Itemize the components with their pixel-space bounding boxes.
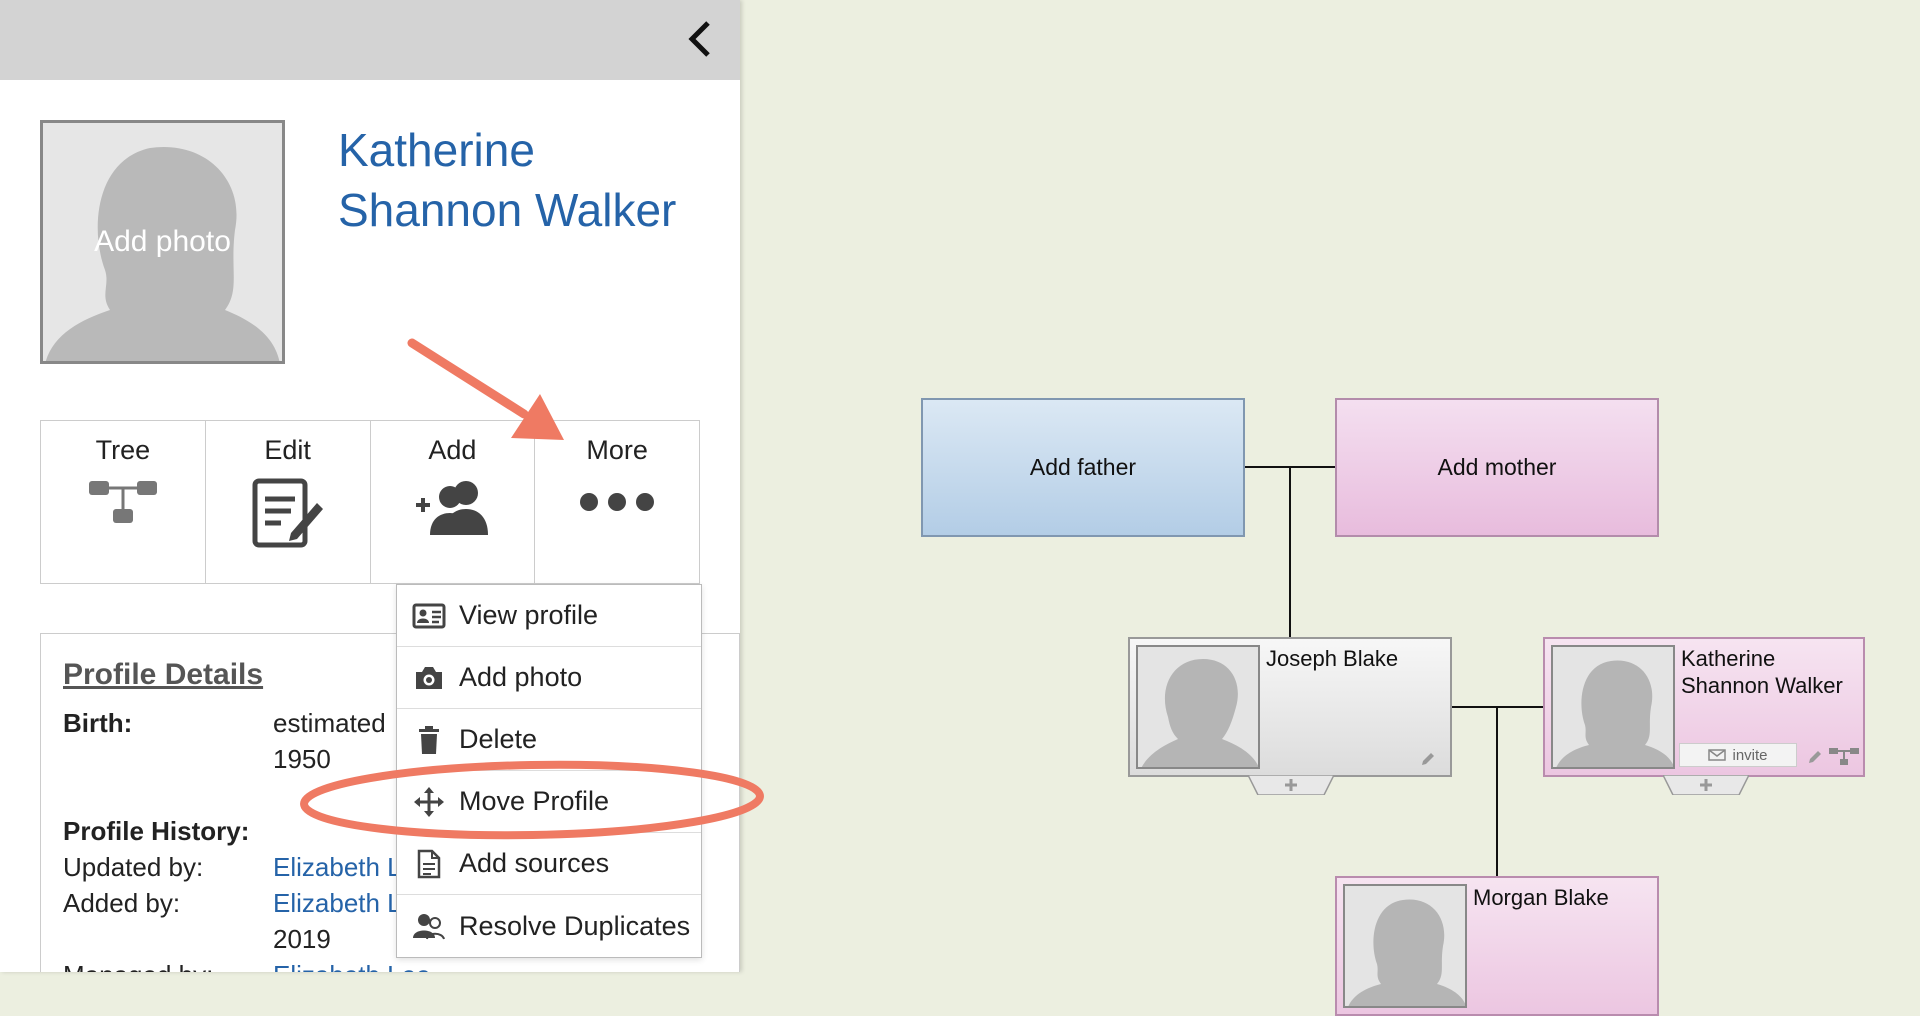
- person-name-line2: Shannon Walker: [1681, 673, 1843, 698]
- add-mother-box[interactable]: Add mother: [1335, 398, 1659, 537]
- envelope-icon: [1708, 749, 1727, 761]
- profile-history-label: Profile History:: [63, 816, 250, 846]
- more-action-button[interactable]: More: [535, 421, 699, 583]
- resolve-duplicates-label: Resolve Duplicates: [459, 910, 691, 941]
- add-action-label: Add: [428, 435, 477, 465]
- birth-value-line2: 1950: [273, 744, 331, 774]
- profile-panel: Add photo Katherine Shannon Walker Tree …: [0, 0, 740, 972]
- person-card-morgan-blake[interactable]: Morgan Blake: [1335, 876, 1659, 1016]
- pencil-icon[interactable]: [1807, 749, 1823, 765]
- female-silhouette-icon: [1348, 899, 1465, 1006]
- updated-by-label: Updated by:: [63, 852, 204, 882]
- resolve-duplicates-menu-item[interactable]: Resolve Duplicates: [397, 895, 701, 957]
- child-avatar: [1343, 884, 1467, 1008]
- id-card-icon: [411, 600, 447, 632]
- view-profile-label: View profile: [459, 600, 599, 630]
- add-photo-menu-item[interactable]: Add photo: [397, 647, 701, 709]
- edit-document-icon: [251, 477, 325, 556]
- added-by-label: Added by:: [63, 888, 181, 918]
- trash-icon: [411, 724, 447, 756]
- invite-label: invite: [1732, 746, 1768, 764]
- add-photo-placeholder[interactable]: Add photo: [40, 120, 285, 364]
- person-name-katherine: Katherine Shannon Walker: [1681, 645, 1843, 699]
- person-name-line1: Katherine: [1681, 646, 1776, 671]
- action-bar: Tree Edit Add More: [40, 420, 700, 584]
- add-father-box[interactable]: Add father: [921, 398, 1245, 537]
- managed-by-link[interactable]: Elizabeth Lee: [273, 960, 431, 972]
- chevron-left-icon: [688, 21, 710, 57]
- updated-by-link[interactable]: Elizabeth L: [273, 852, 402, 883]
- delete-label: Delete: [459, 724, 538, 754]
- person-card-joseph-blake[interactable]: Joseph Blake: [1128, 637, 1452, 795]
- profile-name-line2: Shannon Walker: [338, 184, 677, 236]
- add-father-label: Add father: [1029, 454, 1137, 480]
- person-name: Joseph Blake: [1266, 646, 1399, 671]
- move-arrows-icon: [411, 786, 447, 818]
- invite-button[interactable]: invite: [1679, 743, 1797, 767]
- edit-action-label: Edit: [264, 435, 311, 465]
- more-dots-icon: [579, 477, 655, 532]
- tree-action-button[interactable]: Tree: [41, 421, 206, 583]
- birth-value-line1: estimated: [273, 708, 386, 738]
- parent-child-connector: [1289, 466, 1291, 637]
- move-profile-menu-item[interactable]: Move Profile: [397, 771, 701, 833]
- person-card-katherine[interactable]: Katherine Shannon Walker invite: [1543, 637, 1865, 795]
- expand-tab-icon[interactable]: [1663, 775, 1749, 795]
- panel-header: [0, 0, 740, 80]
- added-by-link[interactable]: Elizabeth L: [273, 888, 402, 919]
- tree-action-label: Tree: [95, 435, 151, 465]
- duplicate-people-icon: [411, 910, 447, 942]
- profile-details-title[interactable]: Profile Details: [63, 658, 263, 692]
- add-photo-label: Add photo: [94, 225, 231, 258]
- camera-icon: [411, 662, 447, 694]
- collapse-panel-button[interactable]: [678, 14, 722, 64]
- add-photo-menu-label: Add photo: [459, 662, 583, 692]
- tree-view-icon[interactable]: [1829, 747, 1859, 765]
- male-avatar: [1136, 645, 1260, 769]
- added-year: 2019: [273, 924, 331, 954]
- female-avatar: [1551, 645, 1675, 769]
- view-profile-menu-item[interactable]: View profile: [397, 585, 701, 647]
- delete-menu-item[interactable]: Delete: [397, 709, 701, 771]
- male-silhouette-icon: [1141, 659, 1258, 767]
- add-action-button[interactable]: Add: [371, 421, 536, 583]
- profile-name: Katherine Shannon Walker: [338, 120, 718, 240]
- add-sources-menu-item[interactable]: Add sources: [397, 833, 701, 895]
- move-profile-label: Move Profile: [459, 786, 610, 816]
- add-person-icon: [414, 477, 490, 542]
- more-dropdown-menu: View profile Add photo Delete Move Profi…: [396, 584, 702, 958]
- add-sources-label: Add sources: [459, 848, 610, 878]
- add-mother-label: Add mother: [1437, 454, 1557, 480]
- pencil-icon[interactable]: [1420, 751, 1436, 767]
- managed-by-label: Managed by:: [63, 960, 213, 972]
- expand-tab-icon[interactable]: [1248, 775, 1334, 795]
- profile-name-line1: Katherine: [338, 124, 535, 176]
- tree-icon: [88, 477, 158, 532]
- birth-label: Birth:: [63, 708, 133, 738]
- child-connector: [1496, 706, 1498, 876]
- edit-action-button[interactable]: Edit: [206, 421, 371, 583]
- person-name-child: Morgan Blake: [1473, 885, 1609, 910]
- more-action-label: More: [586, 435, 648, 465]
- female-silhouette-icon: [1556, 660, 1673, 767]
- document-icon: [411, 848, 447, 880]
